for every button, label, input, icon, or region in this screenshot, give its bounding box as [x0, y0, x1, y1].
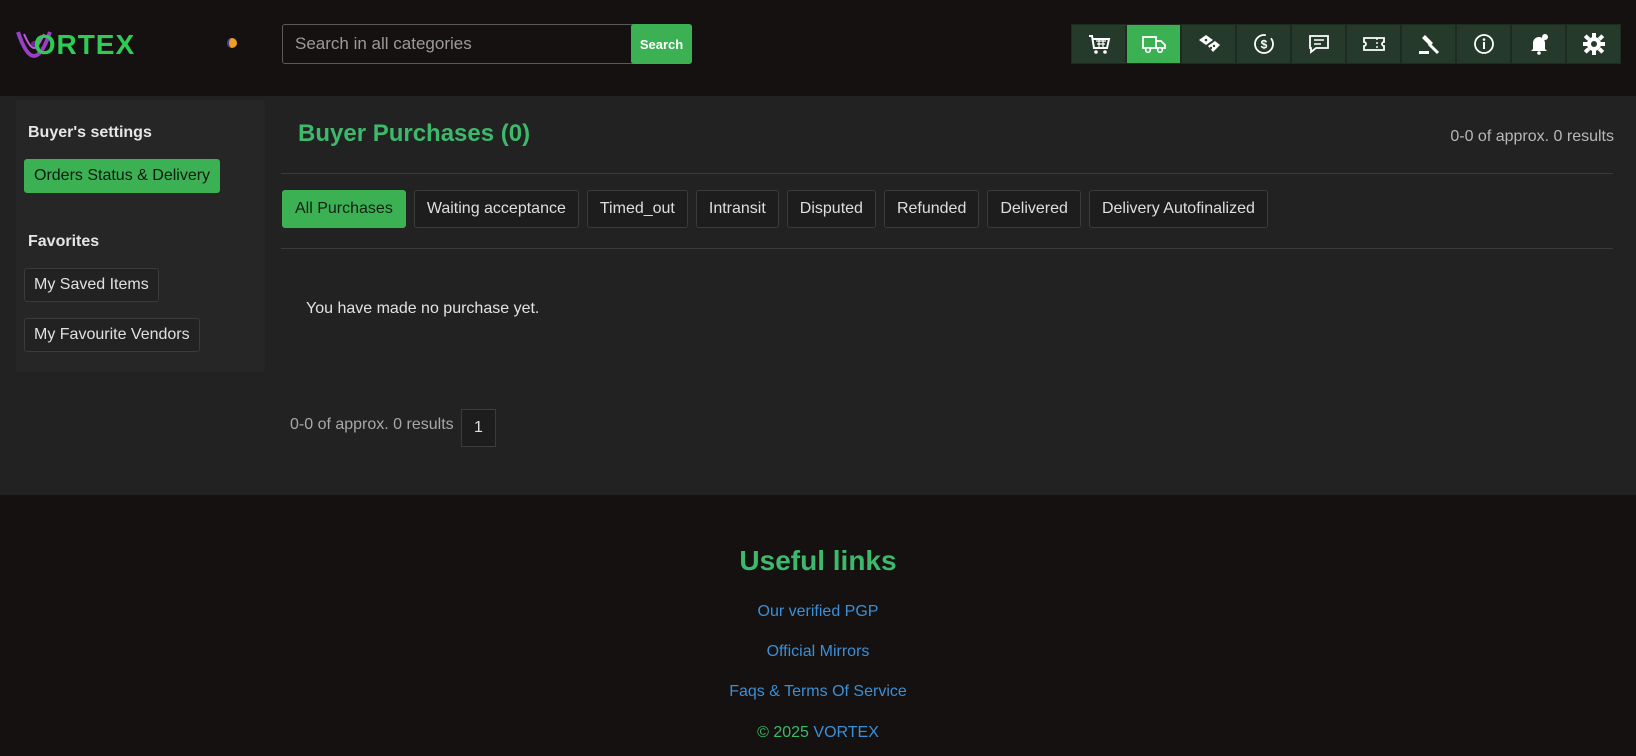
gear-icon[interactable]: [1566, 24, 1621, 64]
search-input[interactable]: [283, 25, 631, 63]
verified-pgp-link[interactable]: Our verified PGP: [0, 603, 1636, 621]
results-count-bottom: 0-0 of approx. 0 results: [290, 416, 454, 433]
tab-refunded[interactable]: Refunded: [883, 190, 980, 228]
page-title: Buyer Purchases (0): [298, 120, 531, 147]
purchases-panel: Buyer Purchases (0) 0-0 of approx. 0 res…: [281, 96, 1614, 495]
tab-all-purchases[interactable]: All Purchases: [282, 190, 406, 228]
bell-icon[interactable]: [1511, 24, 1566, 64]
search-bar: Search: [282, 24, 692, 64]
info-icon[interactable]: [1456, 24, 1511, 64]
results-count-top: 0-0 of approx. 0 results: [1450, 128, 1614, 145]
logo-text: VORTEX: [14, 30, 135, 60]
vortex-logo[interactable]: VORTEX: [14, 22, 162, 62]
sidebar: Buyer's settings Orders Status & Deliver…: [16, 100, 265, 372]
buyer-settings-heading: Buyer's settings: [28, 124, 152, 141]
top-header: VORTEX Search $: [0, 0, 1636, 96]
dollar-cycle-icon[interactable]: $: [1236, 24, 1291, 64]
nav-icon-bar: $: [1071, 24, 1621, 64]
delivery-truck-icon[interactable]: [1126, 24, 1181, 64]
tab-waiting-acceptance[interactable]: Waiting acceptance: [413, 190, 579, 228]
official-mirrors-link[interactable]: Official Mirrors: [0, 643, 1636, 661]
tab-intransit[interactable]: Intransit: [695, 190, 779, 228]
ticket-icon[interactable]: [1346, 24, 1401, 64]
search-button[interactable]: Search: [631, 24, 692, 64]
footer-title: Useful links: [739, 545, 897, 576]
orders-status-delivery-button[interactable]: Orders Status & Delivery: [24, 159, 221, 193]
svg-text:$: $: [1260, 38, 1267, 52]
tab-timed-out[interactable]: Timed_out: [586, 190, 688, 228]
faqs-terms-link[interactable]: Faqs & Terms Of Service: [0, 683, 1636, 701]
tab-delivered[interactable]: Delivered: [987, 190, 1081, 228]
tab-delivery-autofinalized[interactable]: Delivery Autofinalized: [1088, 190, 1268, 228]
divider: [281, 248, 1613, 249]
gavel-icon[interactable]: [1401, 24, 1456, 64]
divider: [281, 173, 1613, 174]
cart-icon[interactable]: [1071, 24, 1126, 64]
main-area: Buyer's settings Orders Status & Deliver…: [0, 96, 1636, 495]
dice-icon[interactable]: [1181, 24, 1236, 64]
favourite-vendors-button[interactable]: My Favourite Vendors: [24, 318, 200, 352]
copyright-year: © 2025: [757, 724, 809, 741]
footer: Useful links Our verified PGP Official M…: [0, 495, 1636, 756]
message-icon[interactable]: [1291, 24, 1346, 64]
favorites-heading: Favorites: [28, 233, 100, 250]
purchase-filter-tabs: All Purchases Waiting acceptance Timed_o…: [282, 190, 1268, 228]
pagination-page-1[interactable]: 1: [461, 409, 496, 447]
copyright-brand-link[interactable]: VORTEX: [813, 724, 879, 741]
copyright: © 2025 VORTEX: [0, 724, 1636, 742]
theme-toggle-icon[interactable]: [224, 35, 240, 51]
saved-items-button[interactable]: My Saved Items: [24, 268, 159, 302]
empty-state-message: You have made no purchase yet.: [306, 300, 540, 317]
tab-disputed[interactable]: Disputed: [786, 190, 876, 228]
logo-letters: ORTEX: [33, 29, 136, 60]
